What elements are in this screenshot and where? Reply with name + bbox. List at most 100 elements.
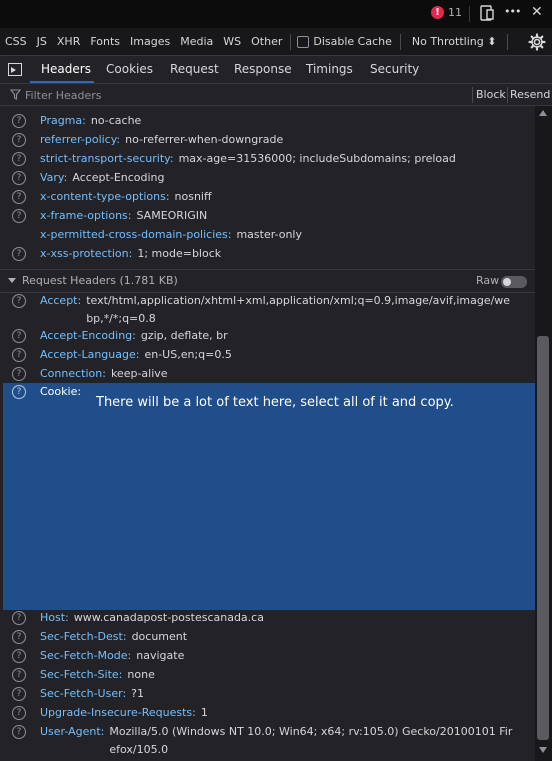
tab-request[interactable]: Request bbox=[170, 56, 219, 83]
help-icon[interactable]: ? bbox=[12, 190, 26, 204]
help-icon[interactable]: ? bbox=[12, 687, 26, 701]
header-row[interactable]: ? strict-transport-security: max-age=31536… bbox=[0, 150, 535, 169]
header-row[interactable]: ? Accept-Encoding: gzip, deflate, br bbox=[0, 327, 535, 346]
help-icon[interactable]: ? bbox=[12, 649, 26, 663]
header-value[interactable]: nosniff bbox=[175, 188, 212, 206]
header-row[interactable]: ? x-xss-protection: 1; mode=block bbox=[0, 245, 535, 264]
header-text: x-frame-options: SAMEORIGIN bbox=[40, 207, 517, 225]
details-tab-bar: Headers Cookies Request Response Timings… bbox=[0, 56, 552, 84]
filter-type-js[interactable]: JS bbox=[32, 28, 52, 56]
scrollbar-thumb[interactable] bbox=[537, 336, 549, 740]
block-button[interactable]: Block bbox=[476, 87, 506, 103]
header-value[interactable]: 1 bbox=[201, 704, 208, 722]
header-value[interactable]: navigate bbox=[136, 647, 184, 665]
header-row[interactable]: ? Upgrade-Insecure-Requests: 1 bbox=[0, 704, 535, 723]
scroll-down-arrow-icon[interactable] bbox=[539, 747, 547, 753]
tab-security[interactable]: Security bbox=[370, 56, 419, 83]
header-value[interactable]: max-age=31536000; includeSubdomains; pre… bbox=[179, 150, 456, 168]
header-value[interactable]: Accept-Encoding bbox=[72, 169, 164, 187]
header-value[interactable]: no-cache bbox=[91, 112, 141, 130]
disable-cache-label[interactable]: Disable Cache bbox=[313, 28, 397, 56]
filter-type-fonts[interactable]: Fonts bbox=[85, 28, 125, 56]
toggle-panel-icon[interactable] bbox=[8, 63, 22, 76]
header-value[interactable]: no-referrer-when-downgrade bbox=[125, 131, 283, 149]
raw-toggle[interactable] bbox=[501, 276, 527, 288]
header-value[interactable]: SAMEORIGIN bbox=[137, 207, 208, 225]
header-value[interactable]: none bbox=[127, 666, 154, 684]
help-icon[interactable]: ? bbox=[12, 247, 26, 261]
devtools-toolbar: ! 11 ••• ✕ bbox=[0, 0, 552, 28]
help-icon[interactable]: ? bbox=[12, 209, 26, 223]
header-row[interactable]: ? Sec-Fetch-Dest: document bbox=[0, 628, 535, 647]
header-row[interactable]: ? referrer-policy: no-referrer-when-downgr… bbox=[0, 131, 535, 150]
header-value[interactable]: keep-alive bbox=[111, 365, 168, 383]
help-icon[interactable]: ? bbox=[12, 367, 26, 381]
help-icon[interactable]: ? bbox=[12, 171, 26, 185]
header-row[interactable]: ? Sec-Fetch-Site: none bbox=[0, 666, 535, 685]
header-value[interactable]: Mozilla/5.0 (Windows NT 10.0; Win64; x64… bbox=[109, 723, 517, 759]
request-headers-section-header[interactable]: Request Headers (1.781 KB) Raw bbox=[0, 269, 535, 293]
header-row[interactable]: ? Sec-Fetch-User: ?1 bbox=[0, 685, 535, 704]
filter-headers-input[interactable] bbox=[25, 87, 455, 103]
help-icon[interactable]: ? bbox=[12, 294, 26, 308]
header-row[interactable]: ? Pragma: no-cache bbox=[0, 112, 535, 131]
cookie-header-name: Cookie: bbox=[40, 385, 82, 398]
header-value[interactable]: master-only bbox=[236, 226, 302, 244]
filter-type-media[interactable]: Media bbox=[175, 28, 218, 56]
responsive-design-icon[interactable] bbox=[478, 4, 496, 25]
header-value[interactable]: ?1 bbox=[131, 685, 144, 703]
header-row[interactable]: ? Accept-Language: en-US,en;q=0.5 bbox=[0, 346, 535, 365]
error-count-badge[interactable]: ! 11 bbox=[431, 6, 462, 19]
help-icon[interactable]: ? bbox=[12, 611, 26, 625]
header-row[interactable]: ? Vary: Accept-Encoding bbox=[0, 169, 535, 188]
filter-headers-bar: Block Resend bbox=[0, 84, 552, 106]
filter-type-css[interactable]: CSS bbox=[0, 28, 32, 56]
help-icon[interactable]: ? bbox=[12, 706, 26, 720]
cookie-header-selected[interactable]: ? Cookie: There will be a lot of text he… bbox=[3, 383, 535, 610]
header-value[interactable]: 1; mode=block bbox=[137, 245, 221, 263]
scroll-up-arrow-icon[interactable] bbox=[539, 110, 547, 116]
toolbar-divider bbox=[469, 6, 470, 22]
help-icon[interactable]: ? bbox=[12, 348, 26, 362]
help-icon[interactable]: ? bbox=[12, 385, 26, 399]
tab-response[interactable]: Response bbox=[234, 56, 292, 83]
header-row[interactable]: ? x-frame-options: SAMEORIGIN bbox=[0, 207, 535, 226]
header-value[interactable]: gzip, deflate, br bbox=[141, 327, 228, 345]
vertical-scrollbar[interactable] bbox=[535, 106, 552, 761]
help-icon[interactable]: ? bbox=[12, 133, 26, 147]
throttling-select[interactable]: No Throttling ⬍ bbox=[404, 28, 505, 56]
help-icon[interactable]: ? bbox=[12, 725, 26, 739]
filter-type-other[interactable]: Other bbox=[246, 28, 287, 56]
filter-type-xhr[interactable]: XHR bbox=[52, 28, 85, 56]
header-row[interactable]: ? Accept: text/html,application/xhtml+xml,… bbox=[0, 292, 535, 326]
header-value[interactable]: document bbox=[132, 628, 188, 646]
tab-cookies[interactable]: Cookies bbox=[106, 56, 153, 83]
header-row[interactable]: ? Sec-Fetch-Mode: navigate bbox=[0, 647, 535, 666]
resend-button[interactable]: Resend bbox=[510, 87, 550, 103]
help-icon[interactable]: ? bbox=[12, 152, 26, 166]
disable-cache-checkbox[interactable] bbox=[297, 35, 310, 48]
header-row[interactable]: ? Host: www.canadapost-postescanada.ca bbox=[0, 609, 535, 628]
cookie-header-value[interactable]: There will be a lot of text here, select… bbox=[96, 395, 454, 410]
header-row[interactable]: x-permitted-cross-domain-policies: master… bbox=[0, 226, 535, 245]
header-row[interactable]: ? x-content-type-options: nosniff bbox=[0, 188, 535, 207]
help-icon[interactable]: ? bbox=[12, 630, 26, 644]
help-icon[interactable]: ? bbox=[12, 329, 26, 343]
filter-divider bbox=[472, 87, 473, 103]
header-value[interactable]: en-US,en;q=0.5 bbox=[144, 346, 231, 364]
header-value[interactable]: text/html,application/xhtml+xml,applicat… bbox=[86, 292, 517, 328]
help-icon[interactable]: ? bbox=[12, 668, 26, 682]
gear-icon[interactable] bbox=[528, 33, 546, 54]
header-value[interactable]: www.canadapost-postescanada.ca bbox=[74, 609, 264, 627]
header-row[interactable]: ? User-Agent: Mozilla/5.0 (Windows NT 10.0… bbox=[0, 723, 535, 757]
close-icon[interactable]: ✕ bbox=[531, 4, 543, 20]
collapse-twisty-icon[interactable] bbox=[8, 278, 16, 283]
tab-timings[interactable]: Timings bbox=[306, 56, 353, 83]
filter-type-ws[interactable]: WS bbox=[218, 28, 246, 56]
header-row[interactable]: ? Connection: keep-alive bbox=[0, 365, 535, 384]
more-options-icon[interactable]: ••• bbox=[504, 5, 521, 18]
header-name: Accept-Language: bbox=[40, 348, 140, 361]
tab-headers[interactable]: Headers bbox=[41, 56, 91, 83]
filter-type-images[interactable]: Images bbox=[125, 28, 175, 56]
help-icon[interactable]: ? bbox=[12, 114, 26, 128]
